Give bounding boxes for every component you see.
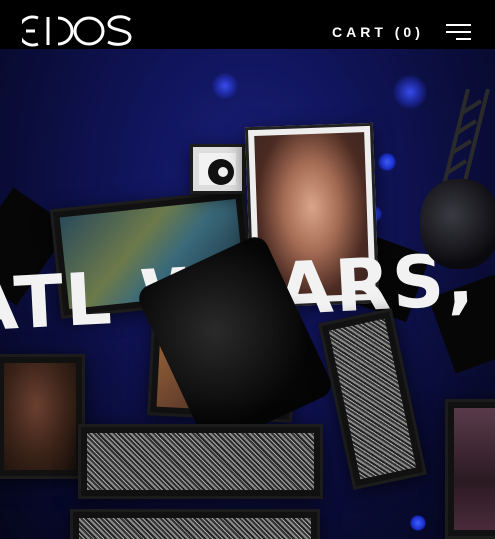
- hero-3d-scene[interactable]: ATL WI ARS,: [0, 49, 495, 539]
- video-monitor[interactable]: [70, 509, 320, 539]
- blue-light: [212, 73, 238, 99]
- blue-light: [410, 515, 426, 531]
- eidos-logo[interactable]: [22, 15, 134, 47]
- video-monitor[interactable]: [318, 308, 427, 490]
- monitor-screen: [454, 408, 495, 530]
- menu-line: [446, 31, 471, 33]
- blue-light: [393, 75, 427, 109]
- eye-icon: [208, 159, 234, 185]
- camera-prop: [420, 179, 495, 269]
- menu-line: [456, 38, 471, 40]
- blue-light: [378, 153, 396, 171]
- video-monitor[interactable]: [445, 399, 495, 539]
- video-monitor[interactable]: [190, 144, 245, 194]
- menu-line: [446, 24, 471, 26]
- site-header: CART (0): [0, 0, 495, 49]
- cart-button[interactable]: CART (0): [332, 24, 424, 40]
- monitor-screen: [199, 153, 236, 185]
- video-monitor[interactable]: [0, 354, 85, 479]
- monitor-screen: [87, 433, 314, 490]
- monitor-screen: [79, 518, 311, 539]
- hamburger-menu-icon[interactable]: [446, 24, 471, 41]
- video-monitor[interactable]: [78, 424, 323, 499]
- monitor-screen: [328, 318, 417, 480]
- monitor-screen: [4, 363, 76, 470]
